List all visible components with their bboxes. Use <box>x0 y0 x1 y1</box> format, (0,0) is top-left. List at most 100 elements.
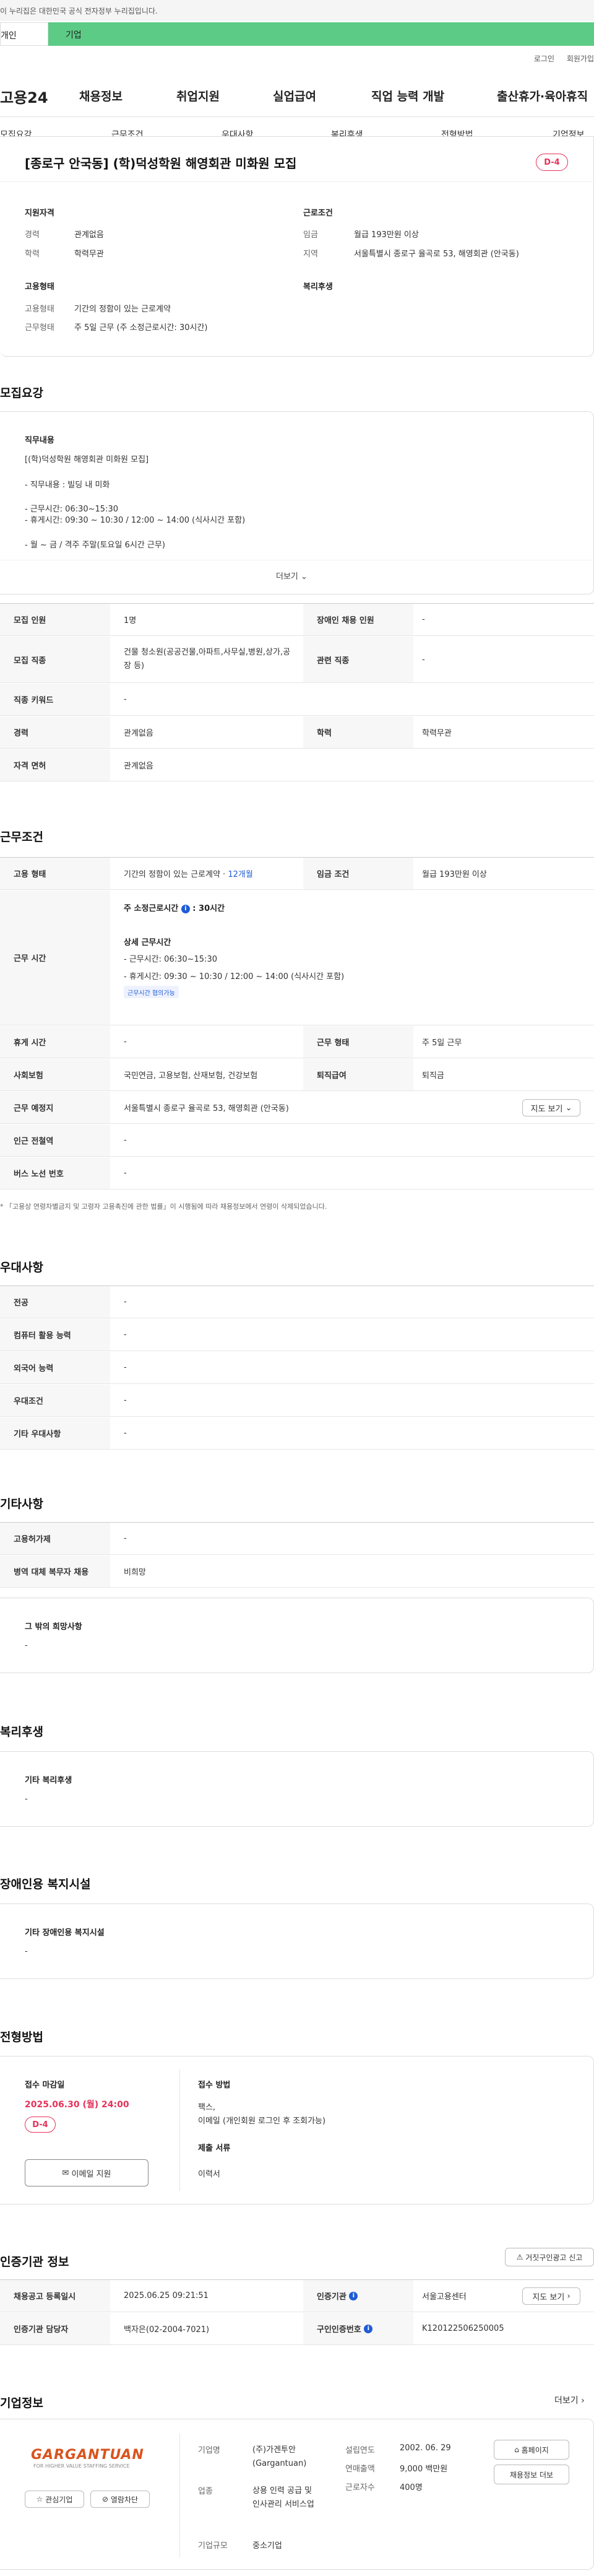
block-button[interactable]: ⊘ 열람차단 <box>90 2491 150 2508</box>
siren-icon: ⚠ <box>516 2253 523 2261</box>
region-value: 서울특별시 종로구 율곡로 53, 해영회관 (안국동) <box>354 250 519 259</box>
row-value: - <box>124 1168 127 1178</box>
row-label: 고용허가제 <box>0 1523 110 1554</box>
divider <box>179 2434 180 2557</box>
email-apply-button[interactable]: ✉ 이메일 지원 <box>25 2159 148 2187</box>
company-logo: GARGANTUAN <box>31 2447 144 2463</box>
welfare-section-title: 복리후생 <box>0 1725 43 1739</box>
table-row: 병역 대체 복무자 채용 비희망 <box>0 1556 594 1588</box>
wage-value: 월급 193만원 이상 <box>354 230 419 240</box>
founded-label: 설립연도 <box>345 2446 375 2455</box>
chevron-right-icon: › <box>581 2396 585 2406</box>
row-value: 주 5일 근무 <box>422 1038 462 1048</box>
welfare-title: 복리후생 <box>303 282 333 292</box>
wage-label: 임금 <box>303 230 318 240</box>
row-label: 자격 면허 <box>0 749 110 781</box>
favorite-company-button[interactable]: ☆ 관심기업 <box>25 2491 84 2508</box>
divider <box>179 2069 180 2191</box>
home-icon: ⌂ <box>514 2445 519 2454</box>
row-label: 모집 직종 <box>0 637 110 682</box>
row-value: - <box>124 1297 127 1307</box>
row-value: K120122506250005 <box>422 2324 504 2333</box>
career-label: 경력 <box>25 230 40 240</box>
gnb-item-support[interactable]: 취업지원 <box>176 87 220 104</box>
tab-company-label: 기업 <box>66 30 82 40</box>
industry-label: 업종 <box>198 2487 213 2496</box>
info-icon[interactable]: i <box>349 2291 358 2300</box>
more-button[interactable]: 더보기 ⌄ <box>276 570 308 581</box>
disabled-facility-box-value: - <box>25 1947 28 1956</box>
info-icon[interactable]: i <box>181 904 190 913</box>
gnb-item-jobs[interactable]: 채용정보 <box>79 87 123 104</box>
emptype-label: 고용형태 <box>25 305 54 314</box>
company-more-link[interactable]: 더보기 › <box>554 2394 585 2406</box>
block-label: 열람차단 <box>110 2495 139 2504</box>
company-logo-sub: FOR HIGHER VALUE STAFFING SERVICE <box>33 2463 130 2469</box>
gnb-item-training[interactable]: 직업 능력 개발 <box>371 87 444 104</box>
cert-map-button[interactable]: 지도 보기 › <box>522 2287 580 2305</box>
row-label: 버스 노선 번호 <box>0 1157 110 1189</box>
edu-label: 학력 <box>25 250 40 259</box>
chevron-right-icon: › <box>567 2291 570 2301</box>
chevron-down-icon: ⌄ <box>301 572 308 581</box>
tab-personal[interactable]: 개인 <box>0 22 48 46</box>
disabled-facility-card <box>0 1904 594 1979</box>
company-name-value: (주)가겐투안(Gargantuan) <box>252 2445 307 2468</box>
info-icon[interactable]: i <box>364 2324 373 2333</box>
row-value: - <box>124 1534 127 1543</box>
block-icon: ⊘ <box>101 2495 109 2504</box>
region-label: 지역 <box>303 250 318 259</box>
age-law-note: * 「고용상 연령차별금지 및 고령자 고용촉진에 관한 법률」이 시행됨에 따… <box>0 1203 327 1211</box>
row-label: 사회보험 <box>0 1059 110 1090</box>
gnb-item-unemployment[interactable]: 실업급여 <box>273 87 316 104</box>
tab-company[interactable]: 기업 <box>48 22 594 46</box>
deadline-value: 2025.06.30 (월) 24:00 <box>25 2100 129 2110</box>
gnb-item-leave[interactable]: 출산휴가·육아휴직 <box>497 87 588 104</box>
row-value: 관계없음 <box>124 762 153 771</box>
detail-line: - 휴게시간: 09:30 ~ 10:30 / 12:00 ~ 14:00 (식… <box>124 972 345 981</box>
table-row: 컴퓨터 활용 능력 - <box>0 1319 594 1351</box>
detail-line: - 근무시간: 06:30~15:30 <box>124 955 217 964</box>
tab-personal-label: 개인 <box>1 31 17 41</box>
job-title: [종로구 안국동] (학)덕성학원 해영회관 미화원 모집 <box>25 156 297 171</box>
duty-line: [(학)덕성학원 해영회관 미화원 모집] <box>25 455 149 464</box>
row-value: 국민연금, 고용보험, 산재보험, 건강보험 <box>124 1071 258 1081</box>
other-wish-value: - <box>25 1641 28 1650</box>
row-label: 근무 형태 <box>303 1026 413 1058</box>
preference-section-title: 우대사항 <box>0 1261 43 1274</box>
row-value: 기간의 정함이 있는 근로계약 · 12개월 <box>124 858 253 889</box>
welfare-box-value: - <box>25 1795 28 1804</box>
row-value: 서울고용센터 <box>422 2292 467 2302</box>
table-row: 모집 인원 1명 장애인 채용 인원 - <box>0 604 594 636</box>
row-label: 경력 <box>0 716 110 748</box>
emptype-value: 기간의 정함이 있는 근로계약 <box>74 305 171 314</box>
row-value: - <box>124 1136 127 1145</box>
company-more-label: 더보기 <box>554 2396 579 2406</box>
row-label: 외국어 능력 <box>0 1352 110 1383</box>
row-label: 인증기관 i <box>303 2280 413 2312</box>
docs-value: 이력서 <box>198 2170 220 2179</box>
logo-text: 고용24 <box>0 89 48 107</box>
row-value: 월급 193만원 이상 <box>422 870 487 879</box>
map-button[interactable]: 지도 보기 ⌄ <box>522 1099 580 1116</box>
size-value: 중소기업 <box>252 2541 282 2551</box>
signup-link[interactable]: 회원가입 <box>567 54 594 63</box>
duty-line: - 직무내용 : 빌딩 내 미화 <box>25 481 110 490</box>
edu-value: 학력무관 <box>74 250 104 259</box>
career-value: 관계없음 <box>74 230 104 240</box>
row-label: 우대조건 <box>0 1385 110 1416</box>
row-label: 채용공고 등록일시 <box>0 2280 110 2312</box>
homepage-button[interactable]: ⌂ 홈페이지 <box>494 2440 569 2460</box>
company-jobs-button[interactable]: 채용정보 더보 <box>494 2465 569 2484</box>
table-row: 고용허가제 - <box>0 1523 594 1555</box>
divider <box>0 116 594 117</box>
cert-section-title: 인증기관 정보 <box>0 2255 69 2269</box>
site-logo[interactable]: 고용24 <box>0 85 48 107</box>
emp-title: 고용형태 <box>25 282 54 292</box>
report-button[interactable]: ⚠ 거짓구인광고 신고 <box>505 2248 594 2266</box>
login-link[interactable]: 로그인 <box>534 54 554 63</box>
dday-badge: D-4 <box>536 154 568 171</box>
org-label-text: 인증기관 <box>317 2292 346 2302</box>
row-value: - <box>124 1429 127 1438</box>
divider <box>0 181 594 182</box>
